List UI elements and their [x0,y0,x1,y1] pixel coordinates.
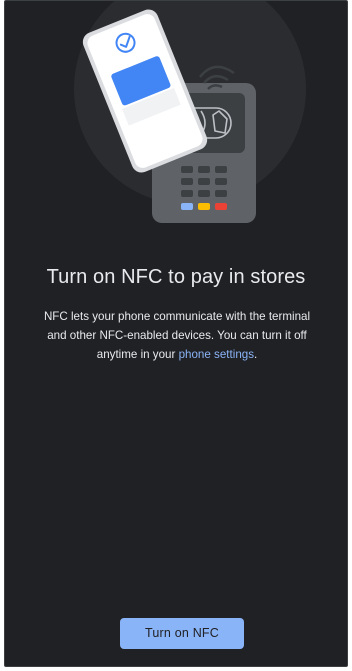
description-end: . [254,348,258,361]
phone-settings-link[interactable]: phone settings [179,348,254,361]
description-body: NFC lets your phone communicate with the… [43,310,311,361]
description-text: NFC lets your phone communicate with the… [35,307,319,364]
page-title: Turn on NFC to pay in stores [46,266,306,288]
turn-on-nfc-button[interactable]: Turn on NFC [120,618,244,649]
nfc-payment-illustration [82,9,256,223]
nfc-setup-screen: Turn on NFC to pay in stores NFC lets yo… [4,0,348,667]
